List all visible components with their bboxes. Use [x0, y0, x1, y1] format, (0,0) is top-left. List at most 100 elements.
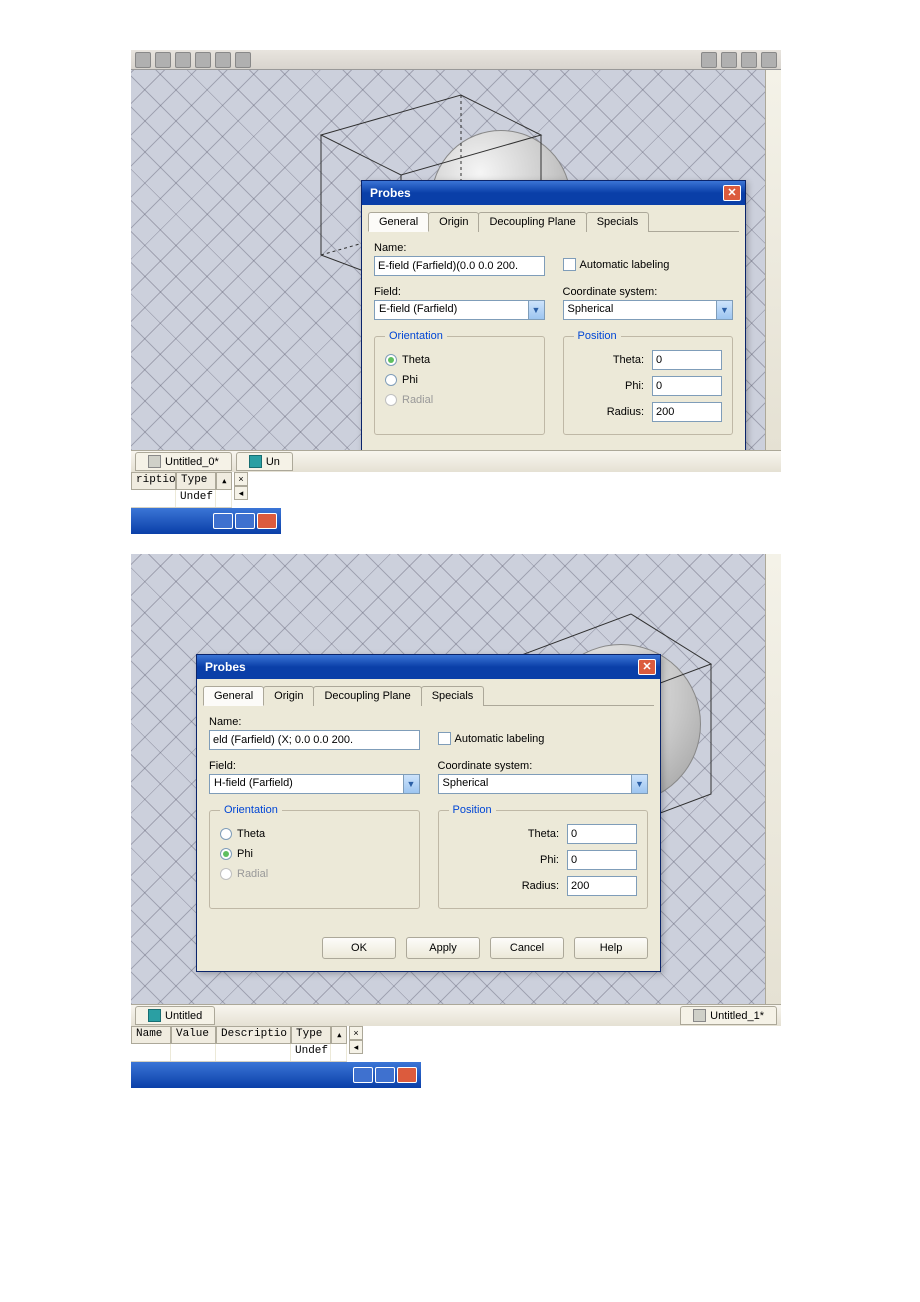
doc-icon	[148, 455, 161, 468]
maximize-icon[interactable]	[375, 1067, 395, 1083]
pos-theta-input[interactable]	[567, 824, 637, 844]
pos-theta-input[interactable]	[652, 350, 722, 370]
close-icon[interactable]: ✕	[723, 185, 741, 201]
col-value: Value	[171, 1027, 216, 1044]
toolbar-icon[interactable]	[175, 52, 191, 68]
table-row[interactable]: Undef	[131, 1044, 347, 1062]
doctab-label: Untitled	[165, 1010, 202, 1022]
tab-decoupling[interactable]: Decoupling Plane	[478, 212, 586, 232]
radio-phi[interactable]: Phi	[220, 848, 409, 860]
viewport-scrollbar[interactable]	[765, 70, 781, 450]
apply-button[interactable]: Apply	[406, 937, 480, 959]
radio-icon	[385, 354, 397, 366]
position-group: Position Theta: Phi: Radius:	[438, 804, 649, 909]
dialog-titlebar[interactable]: Probes ✕	[362, 181, 745, 205]
ok-button[interactable]: OK	[322, 937, 396, 959]
arrow-left-icon[interactable]: ◂	[234, 486, 248, 500]
automatic-labeling-checkbox[interactable]: Automatic labeling	[563, 258, 734, 271]
auto-label-text: Automatic labeling	[580, 259, 670, 271]
close-panel-icon[interactable]: ×	[234, 472, 248, 486]
cancel-button[interactable]: Cancel	[490, 937, 564, 959]
dialog-tabs: General Origin Decoupling Plane Specials	[203, 685, 654, 706]
name-input[interactable]	[209, 730, 420, 750]
radio-theta[interactable]: Theta	[220, 828, 409, 840]
orientation-legend: Orientation	[385, 330, 447, 342]
minimize-icon[interactable]	[213, 513, 233, 529]
tab-origin[interactable]: Origin	[428, 212, 479, 232]
toolbar-icon[interactable]	[155, 52, 171, 68]
toolbar-icon[interactable]	[721, 52, 737, 68]
tab-general[interactable]: General	[368, 212, 429, 232]
coord-select[interactable]: Spherical ▼	[563, 300, 734, 320]
doc-icon	[249, 455, 262, 468]
position-legend: Position	[574, 330, 621, 342]
field-label: Field:	[374, 286, 545, 298]
toolbar-icon[interactable]	[135, 52, 151, 68]
pos-radius-input[interactable]	[652, 402, 722, 422]
pos-phi-label: Phi:	[574, 380, 645, 392]
arrow-left-icon[interactable]: ◂	[349, 1040, 363, 1054]
document-tabs: Untitled Untitled_1*	[131, 1004, 781, 1026]
radio-radial-label: Radial	[402, 394, 433, 406]
scroll-up-icon[interactable]: ▴	[331, 1027, 347, 1044]
pos-radius-input[interactable]	[567, 876, 637, 896]
document-tabs: Untitled_0* Un	[131, 450, 781, 472]
position-legend: Position	[449, 804, 496, 816]
cell-type: Undef	[176, 490, 216, 507]
table-header: riptio Type ▴	[131, 472, 232, 490]
radio-icon	[385, 374, 397, 386]
radio-theta[interactable]: Theta	[385, 354, 534, 366]
viewport-scrollbar[interactable]	[765, 554, 781, 1004]
dialog-titlebar[interactable]: Probes ✕	[197, 655, 660, 679]
table-header: Name Value Descriptio Type ▴	[131, 1026, 347, 1044]
help-button[interactable]: Help	[574, 937, 648, 959]
doc-icon	[693, 1009, 706, 1022]
field-select[interactable]: H-field (Farfield) ▼	[209, 774, 420, 794]
tab-specials[interactable]: Specials	[586, 212, 650, 232]
tab-specials[interactable]: Specials	[421, 686, 485, 706]
maximize-icon[interactable]	[235, 513, 255, 529]
radio-phi-label: Phi	[237, 848, 253, 860]
pos-phi-input[interactable]	[567, 850, 637, 870]
taskbar-item[interactable]	[131, 1062, 421, 1088]
toolbar-icon[interactable]	[761, 52, 777, 68]
radio-radial-label: Radial	[237, 868, 268, 880]
table-row[interactable]: Undef	[131, 490, 232, 508]
toolbar-icon[interactable]	[215, 52, 231, 68]
tab-general[interactable]: General	[203, 686, 264, 706]
orientation-group: Orientation Theta Phi Radial	[374, 330, 545, 435]
name-input[interactable]	[374, 256, 545, 276]
toolbar-icon[interactable]	[235, 52, 251, 68]
pos-radius-label: Radius:	[449, 880, 560, 892]
doctab-untitled0[interactable]: Untitled_0*	[135, 452, 232, 471]
doctab-untitled1[interactable]: Un	[236, 452, 293, 471]
radio-theta-label: Theta	[237, 828, 265, 840]
dialog-title: Probes	[205, 660, 246, 674]
checkbox-icon	[438, 732, 451, 745]
close-icon[interactable]	[257, 513, 277, 529]
tab-origin[interactable]: Origin	[263, 686, 314, 706]
close-icon[interactable]: ✕	[638, 659, 656, 675]
automatic-labeling-checkbox[interactable]: Automatic labeling	[438, 732, 649, 745]
radio-phi[interactable]: Phi	[385, 374, 534, 386]
checkbox-icon	[563, 258, 576, 271]
toolbar-icon[interactable]	[701, 52, 717, 68]
close-icon[interactable]	[397, 1067, 417, 1083]
doctab-untitled1[interactable]: Untitled_1*	[680, 1006, 777, 1025]
scroll-up-icon[interactable]: ▴	[216, 473, 232, 490]
coord-select[interactable]: Spherical ▼	[438, 774, 649, 794]
col-name: Name	[131, 1027, 171, 1044]
coord-label: Coordinate system:	[438, 760, 649, 772]
close-panel-icon[interactable]: ×	[349, 1026, 363, 1040]
toolbar-icon[interactable]	[741, 52, 757, 68]
radio-icon	[220, 848, 232, 860]
field-select[interactable]: E-field (Farfield) ▼	[374, 300, 545, 320]
doctab-untitled[interactable]: Untitled	[135, 1006, 215, 1025]
toolbar-icon[interactable]	[195, 52, 211, 68]
pos-phi-input[interactable]	[652, 376, 722, 396]
minimize-icon[interactable]	[353, 1067, 373, 1083]
probes-dialog: Probes ✕ General Origin Decoupling Plane…	[196, 654, 661, 972]
taskbar-item[interactable]	[131, 508, 281, 534]
pos-theta-label: Theta:	[574, 354, 645, 366]
tab-decoupling[interactable]: Decoupling Plane	[313, 686, 421, 706]
